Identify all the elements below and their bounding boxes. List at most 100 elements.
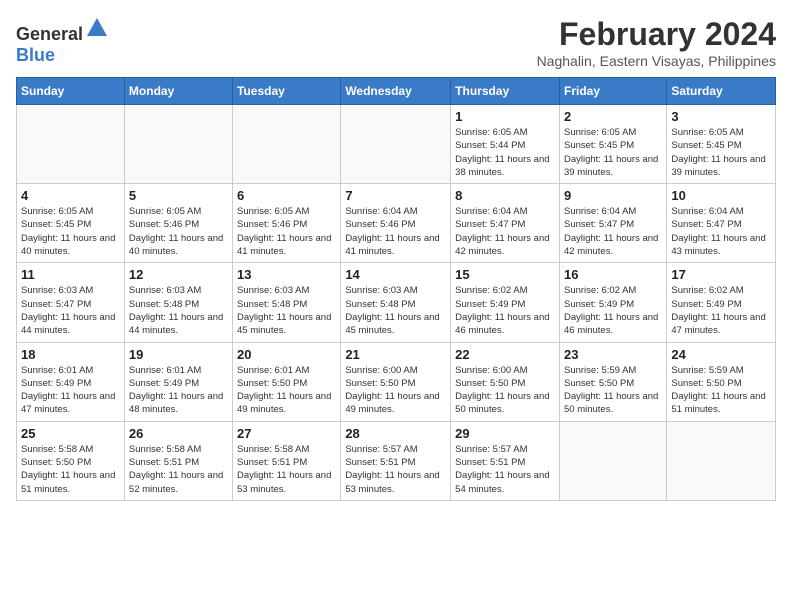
table-row: 28Sunrise: 5:57 AM Sunset: 5:51 PM Dayli… xyxy=(341,421,451,500)
title-area: February 2024 Naghalin, Eastern Visayas,… xyxy=(537,16,776,69)
table-row xyxy=(17,105,125,184)
day-info: Sunrise: 6:00 AM Sunset: 5:50 PM Dayligh… xyxy=(455,364,555,417)
day-info: Sunrise: 5:59 AM Sunset: 5:50 PM Dayligh… xyxy=(564,364,662,417)
day-number: 20 xyxy=(237,347,336,362)
table-row: 4 Sunrise: 6:05 AM Sunset: 5:45 PM Daylig… xyxy=(17,184,125,263)
table-row: 8Sunrise: 6:04 AM Sunset: 5:47 PM Daylig… xyxy=(451,184,560,263)
day-number: 4 xyxy=(21,188,120,203)
day-info: Sunrise: 6:05 AM Sunset: 5:46 PM Dayligh… xyxy=(237,205,336,258)
table-row: 9Sunrise: 6:04 AM Sunset: 5:47 PM Daylig… xyxy=(559,184,666,263)
calendar-week-row: 4 Sunrise: 6:05 AM Sunset: 5:45 PM Daylig… xyxy=(17,184,776,263)
day-number: 11 xyxy=(21,267,120,282)
day-info: Sunrise: 6:01 AM Sunset: 5:50 PM Dayligh… xyxy=(237,364,336,417)
day-number: 17 xyxy=(671,267,771,282)
day-number: 15 xyxy=(455,267,555,282)
day-number: 26 xyxy=(129,426,228,441)
day-info: Sunrise: 6:04 AM Sunset: 5:46 PM Dayligh… xyxy=(345,205,446,258)
day-info: Sunrise: 6:03 AM Sunset: 5:48 PM Dayligh… xyxy=(237,284,336,337)
calendar-week-row: 18 Sunrise: 6:01 AM Sunset: 5:49 PM Dayli… xyxy=(17,342,776,421)
header-sunday: Sunday xyxy=(17,78,125,105)
header-tuesday: Tuesday xyxy=(233,78,341,105)
day-number: 23 xyxy=(564,347,662,362)
day-number: 1 xyxy=(455,109,555,124)
table-row: 14 Sunrise: 6:03 AM Sunset: 5:48 PM Dayli… xyxy=(341,263,451,342)
day-number: 14 xyxy=(345,267,446,282)
day-info: Sunrise: 6:02 AM Sunset: 5:49 PM Dayligh… xyxy=(564,284,662,337)
table-row: 11 Sunrise: 6:03 AM Sunset: 5:47 PM Dayli… xyxy=(17,263,125,342)
table-row: 7 Sunrise: 6:04 AM Sunset: 5:46 PM Daylig… xyxy=(341,184,451,263)
month-year: February 2024 xyxy=(537,16,776,53)
logo: General Blue xyxy=(16,16,109,66)
table-row: 18 Sunrise: 6:01 AM Sunset: 5:49 PM Dayli… xyxy=(17,342,125,421)
table-row: 5Sunrise: 6:05 AM Sunset: 5:46 PM Daylig… xyxy=(124,184,232,263)
day-number: 5 xyxy=(129,188,228,203)
table-row: 23 Sunrise: 5:59 AM Sunset: 5:50 PM Dayli… xyxy=(559,342,666,421)
location: Naghalin, Eastern Visayas, Philippines xyxy=(537,53,776,69)
calendar-week-row: 11 Sunrise: 6:03 AM Sunset: 5:47 PM Dayli… xyxy=(17,263,776,342)
day-info: Sunrise: 5:58 AM Sunset: 5:51 PM Dayligh… xyxy=(129,443,228,496)
table-row: 26 Sunrise: 5:58 AM Sunset: 5:51 PM Dayli… xyxy=(124,421,232,500)
day-number: 21 xyxy=(345,347,446,362)
table-row: 10 Sunrise: 6:04 AM Sunset: 5:47 PM Dayli… xyxy=(667,184,776,263)
table-row: 29 Sunrise: 5:57 AM Sunset: 5:51 PM Dayli… xyxy=(451,421,560,500)
day-info: Sunrise: 6:02 AM Sunset: 5:49 PM Dayligh… xyxy=(671,284,771,337)
calendar-week-row: 1 Sunrise: 6:05 AM Sunset: 5:44 PM Daylig… xyxy=(17,105,776,184)
table-row xyxy=(559,421,666,500)
day-number: 28 xyxy=(345,426,446,441)
day-number: 13 xyxy=(237,267,336,282)
day-number: 19 xyxy=(129,347,228,362)
table-row: 17 Sunrise: 6:02 AM Sunset: 5:49 PM Dayli… xyxy=(667,263,776,342)
day-number: 3 xyxy=(671,109,771,124)
logo-blue: Blue xyxy=(16,45,55,65)
day-number: 16 xyxy=(564,267,662,282)
day-info: Sunrise: 6:04 AM Sunset: 5:47 PM Dayligh… xyxy=(564,205,662,258)
table-row: 20 Sunrise: 6:01 AM Sunset: 5:50 PM Dayli… xyxy=(233,342,341,421)
day-info: Sunrise: 6:03 AM Sunset: 5:48 PM Dayligh… xyxy=(129,284,228,337)
day-info: Sunrise: 6:01 AM Sunset: 5:49 PM Dayligh… xyxy=(21,364,120,417)
table-row: 16 Sunrise: 6:02 AM Sunset: 5:49 PM Dayli… xyxy=(559,263,666,342)
day-info: Sunrise: 6:05 AM Sunset: 5:45 PM Dayligh… xyxy=(671,126,771,179)
table-row: 24 Sunrise: 5:59 AM Sunset: 5:50 PM Dayli… xyxy=(667,342,776,421)
day-info: Sunrise: 6:05 AM Sunset: 5:45 PM Dayligh… xyxy=(564,126,662,179)
table-row: 13 Sunrise: 6:03 AM Sunset: 5:48 PM Dayli… xyxy=(233,263,341,342)
header-saturday: Saturday xyxy=(667,78,776,105)
calendar: Sunday Monday Tuesday Wednesday Thursday… xyxy=(16,77,776,501)
logo-icon xyxy=(85,16,109,40)
header-wednesday: Wednesday xyxy=(341,78,451,105)
table-row xyxy=(667,421,776,500)
day-info: Sunrise: 6:00 AM Sunset: 5:50 PM Dayligh… xyxy=(345,364,446,417)
day-info: Sunrise: 5:59 AM Sunset: 5:50 PM Dayligh… xyxy=(671,364,771,417)
table-row xyxy=(341,105,451,184)
day-number: 8 xyxy=(455,188,555,203)
day-number: 24 xyxy=(671,347,771,362)
day-number: 22 xyxy=(455,347,555,362)
day-number: 7 xyxy=(345,188,446,203)
day-number: 29 xyxy=(455,426,555,441)
day-info: Sunrise: 5:58 AM Sunset: 5:50 PM Dayligh… xyxy=(21,443,120,496)
day-info: Sunrise: 6:05 AM Sunset: 5:44 PM Dayligh… xyxy=(455,126,555,179)
table-row xyxy=(233,105,341,184)
table-row: 19Sunrise: 6:01 AM Sunset: 5:49 PM Dayli… xyxy=(124,342,232,421)
header-thursday: Thursday xyxy=(451,78,560,105)
table-row: 25Sunrise: 5:58 AM Sunset: 5:50 PM Dayli… xyxy=(17,421,125,500)
day-info: Sunrise: 6:03 AM Sunset: 5:48 PM Dayligh… xyxy=(345,284,446,337)
table-row: 1 Sunrise: 6:05 AM Sunset: 5:44 PM Daylig… xyxy=(451,105,560,184)
table-row xyxy=(124,105,232,184)
day-number: 10 xyxy=(671,188,771,203)
day-info: Sunrise: 6:04 AM Sunset: 5:47 PM Dayligh… xyxy=(671,205,771,258)
day-number: 18 xyxy=(21,347,120,362)
table-row: 21 Sunrise: 6:00 AM Sunset: 5:50 PM Dayli… xyxy=(341,342,451,421)
weekday-header-row: Sunday Monday Tuesday Wednesday Thursday… xyxy=(17,78,776,105)
logo-general: General xyxy=(16,24,83,44)
day-info: Sunrise: 6:05 AM Sunset: 5:45 PM Dayligh… xyxy=(21,205,120,258)
day-info: Sunrise: 5:57 AM Sunset: 5:51 PM Dayligh… xyxy=(455,443,555,496)
day-number: 12 xyxy=(129,267,228,282)
header: General Blue February 2024 Naghalin, Eas… xyxy=(16,16,776,69)
header-monday: Monday xyxy=(124,78,232,105)
table-row: 12 Sunrise: 6:03 AM Sunset: 5:48 PM Dayli… xyxy=(124,263,232,342)
table-row: 22 Sunrise: 6:00 AM Sunset: 5:50 PM Dayli… xyxy=(451,342,560,421)
header-friday: Friday xyxy=(559,78,666,105)
day-info: Sunrise: 5:58 AM Sunset: 5:51 PM Dayligh… xyxy=(237,443,336,496)
day-info: Sunrise: 6:03 AM Sunset: 5:47 PM Dayligh… xyxy=(21,284,120,337)
table-row: 2Sunrise: 6:05 AM Sunset: 5:45 PM Daylig… xyxy=(559,105,666,184)
